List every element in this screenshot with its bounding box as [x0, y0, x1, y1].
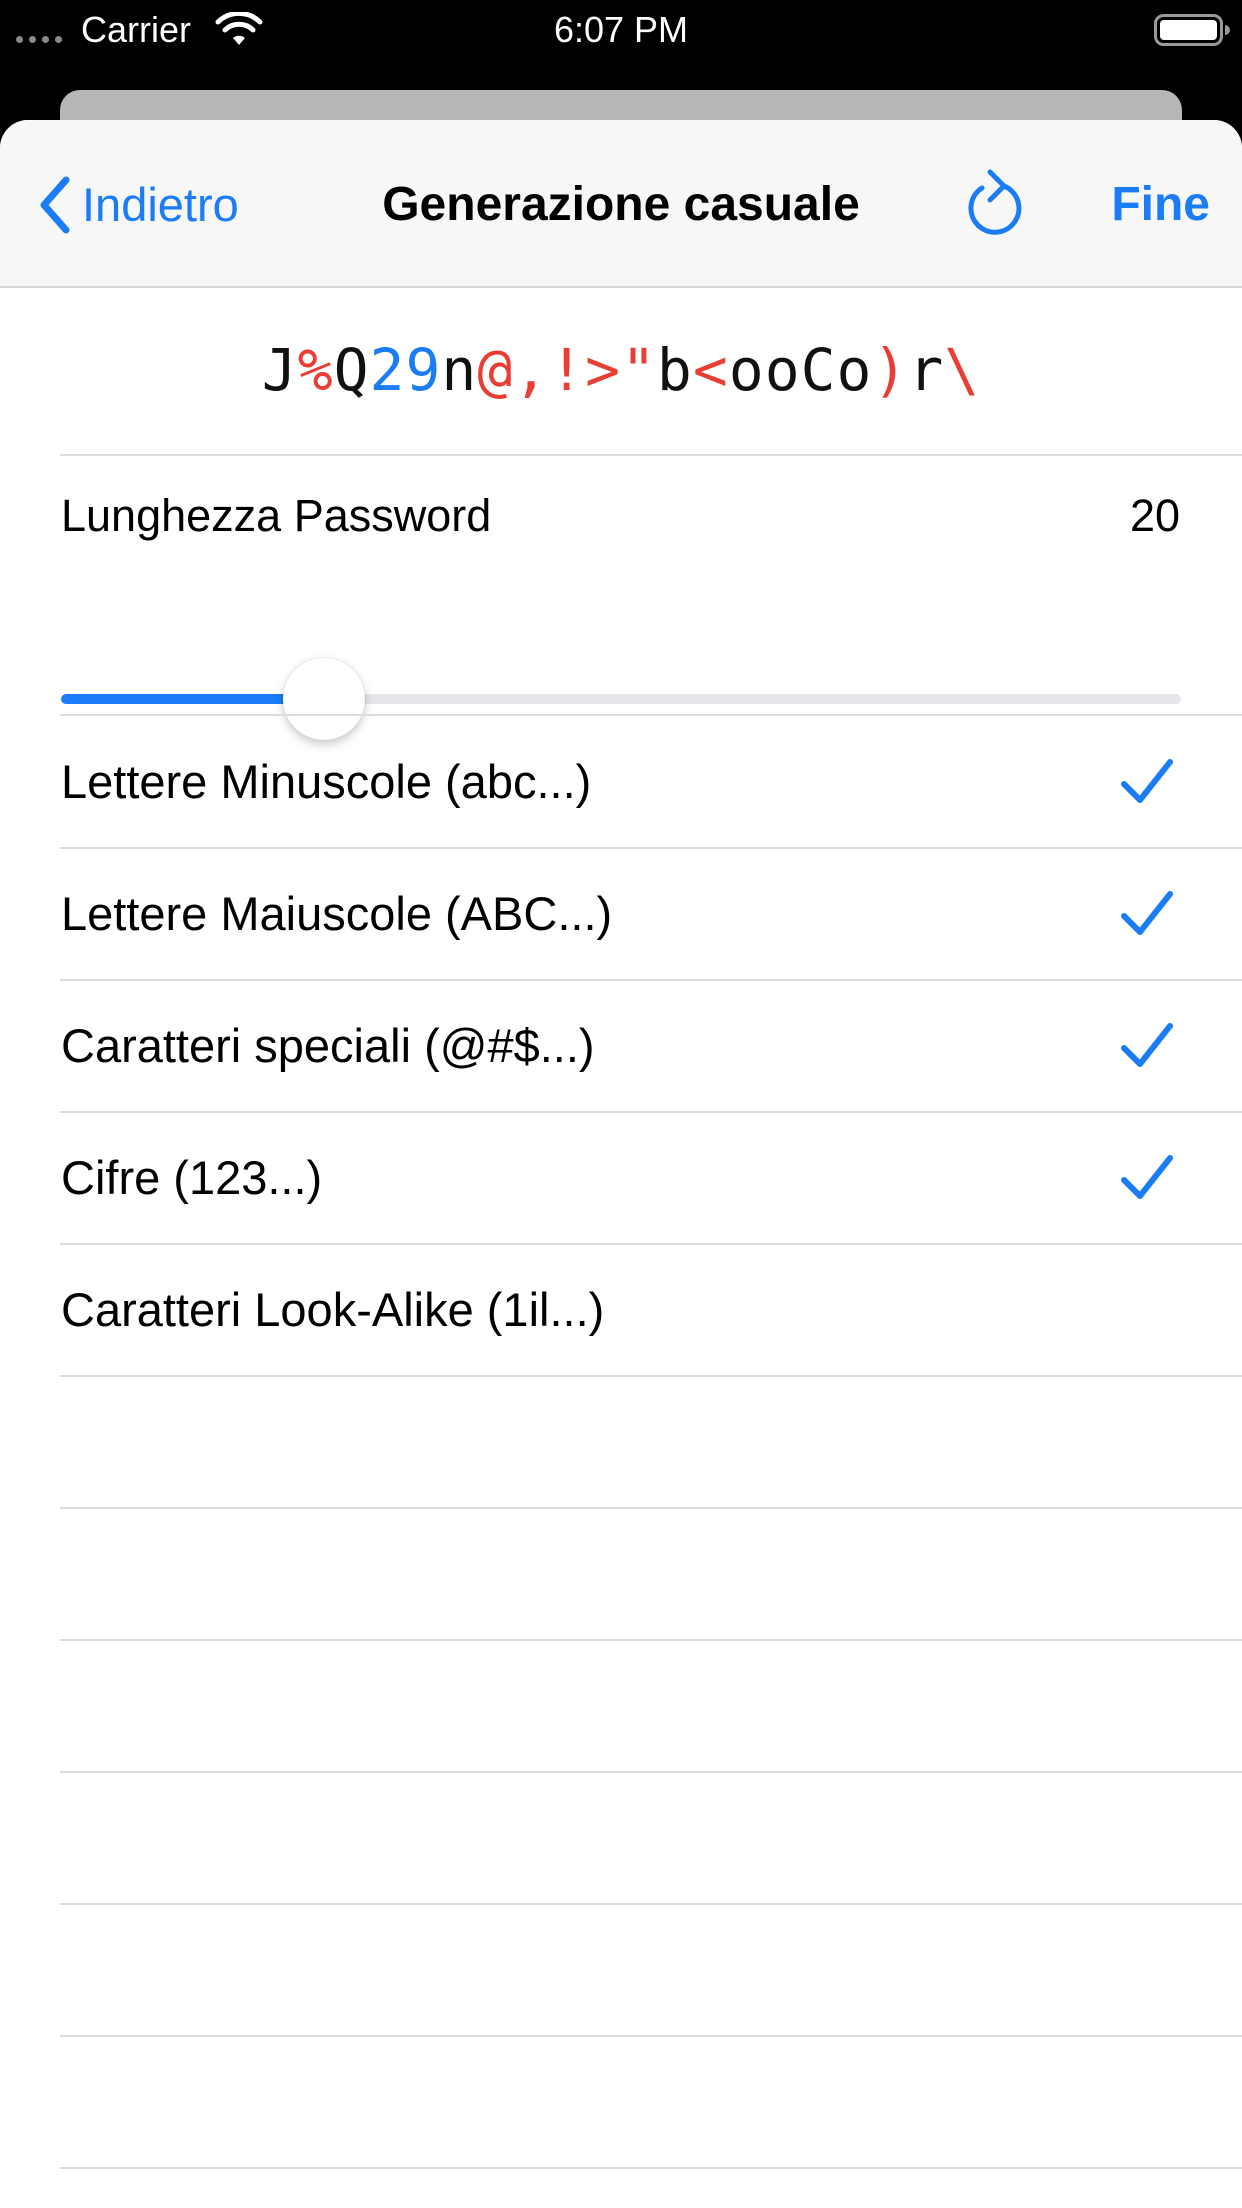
password-character: ,	[513, 336, 550, 404]
navigation-bar: Indietro Generazione casuale Fine	[0, 120, 1242, 288]
option-row-special-characters[interactable]: Caratteri speciali (@#$...)	[0, 980, 1242, 1112]
password-character: b	[656, 336, 693, 404]
password-character: o	[764, 336, 801, 404]
option-label: Caratteri Look-Alike (1il...)	[61, 1283, 605, 1336]
password-character: n	[441, 336, 478, 404]
password-character: 2	[369, 336, 406, 404]
password-character: !	[549, 336, 586, 404]
generated-password[interactable]: J%Q29n@,!>"b<ooCo)r\	[0, 330, 1242, 410]
refresh-icon[interactable]	[960, 166, 1022, 242]
empty-row-divider	[60, 1903, 1242, 1905]
empty-row-divider	[60, 2167, 1242, 2169]
password-character: Q	[333, 336, 370, 404]
back-button[interactable]: Indietro	[36, 172, 239, 238]
option-row-lowercase[interactable]: Lettere Minuscole (abc...)	[0, 716, 1242, 848]
password-character: )	[872, 336, 909, 404]
checkmark-icon	[1121, 759, 1173, 803]
option-row-look-alike[interactable]: Caratteri Look-Alike (1il...)	[0, 1244, 1242, 1376]
password-character: o	[728, 336, 765, 404]
option-label: Cifre (123...)	[61, 1151, 323, 1204]
divider	[60, 1375, 1242, 1377]
password-character: o	[836, 336, 873, 404]
done-button[interactable]: Fine	[1070, 172, 1210, 238]
empty-row-divider	[60, 1639, 1242, 1641]
checkmark-icon	[1121, 1023, 1173, 1067]
option-label: Lettere Minuscole (abc...)	[61, 755, 592, 808]
chevron-left-icon	[40, 176, 70, 234]
option-row-digits[interactable]: Cifre (123...)	[0, 1112, 1242, 1244]
empty-row-divider	[60, 1771, 1242, 1773]
option-row-uppercase[interactable]: Lettere Maiuscole (ABC...)	[0, 848, 1242, 980]
option-label: Caratteri speciali (@#$...)	[61, 1019, 595, 1072]
password-character: 9	[405, 336, 442, 404]
checkmark-icon	[1121, 1155, 1173, 1199]
modal-sheet: Indietro Generazione casuale Fine J%Q29n…	[0, 120, 1242, 2208]
checkmark-icon	[1121, 891, 1173, 935]
password-character: <	[692, 336, 729, 404]
empty-row-divider	[60, 1507, 1242, 1509]
generated-password-row: J%Q29n@,!>"b<ooCo)r\	[0, 288, 1242, 454]
password-character: >	[585, 336, 621, 404]
screen: Carrier 6:07 PM Indietro Generazione cas…	[0, 0, 1242, 2208]
empty-row-divider	[60, 2035, 1242, 2037]
status-bar: Carrier 6:07 PM	[0, 0, 1242, 60]
password-character: r	[908, 336, 945, 404]
back-button-label: Indietro	[82, 178, 239, 231]
password-length-label: Lunghezza Password	[61, 490, 492, 541]
password-character: @	[477, 336, 514, 404]
divider	[60, 454, 1242, 456]
password-character: \	[944, 336, 981, 404]
password-character: J	[261, 336, 298, 404]
password-length-slider[interactable]	[61, 658, 1181, 740]
battery-icon	[1154, 14, 1230, 46]
page-title: Generazione casuale	[382, 178, 860, 231]
password-character: "	[621, 336, 657, 404]
status-time: 6:07 PM	[553, 9, 689, 50]
password-character: C	[800, 336, 837, 404]
password-length-value: 20	[1129, 490, 1180, 541]
option-label: Lettere Maiuscole (ABC...)	[61, 887, 613, 940]
password-character: %	[297, 336, 334, 404]
